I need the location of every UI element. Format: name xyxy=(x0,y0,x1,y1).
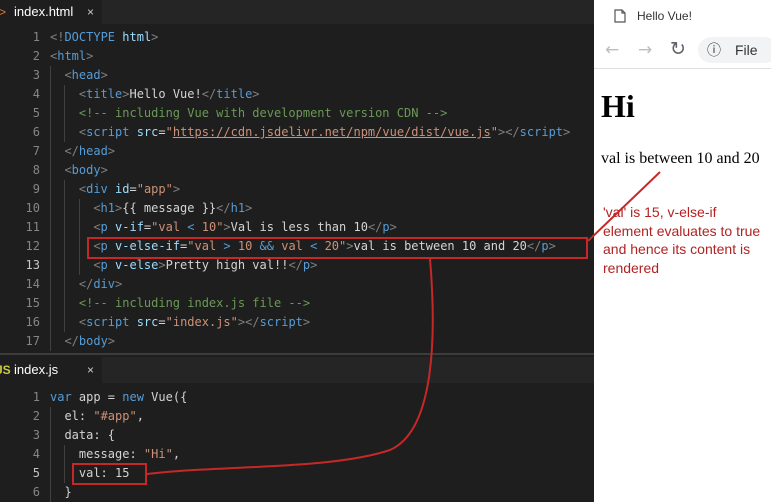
annotation-arrows xyxy=(146,171,661,475)
arrow-code-to-output xyxy=(587,171,661,242)
arrow-val-to-code xyxy=(146,258,434,475)
